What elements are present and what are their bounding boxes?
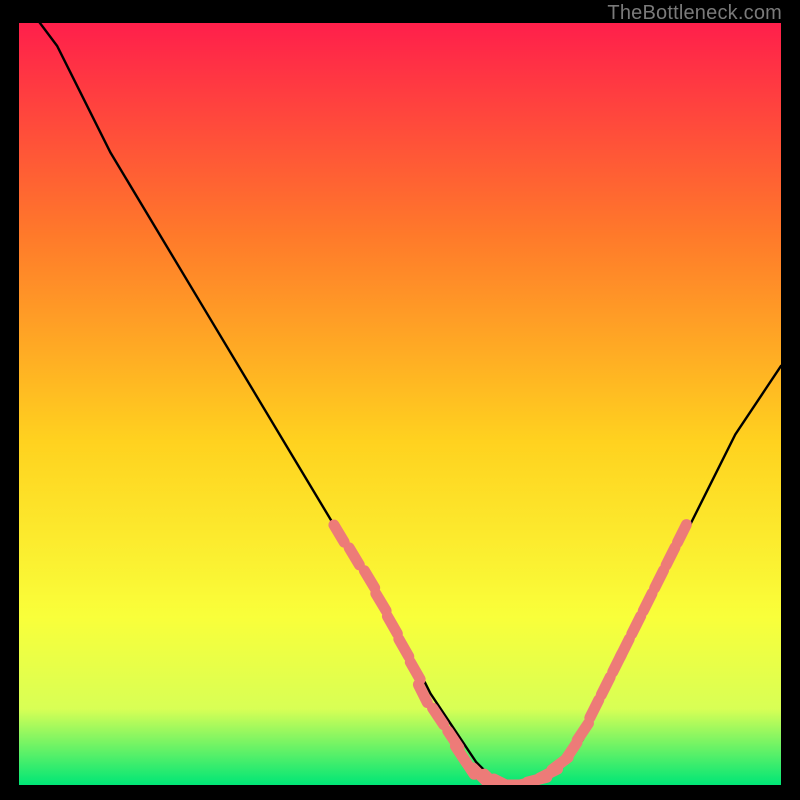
plot-area [19,23,781,785]
bottleneck-chart [19,23,781,785]
chart-frame: TheBottleneck.com [0,0,800,800]
gradient-background [19,23,781,785]
watermark-label: TheBottleneck.com [607,2,782,25]
